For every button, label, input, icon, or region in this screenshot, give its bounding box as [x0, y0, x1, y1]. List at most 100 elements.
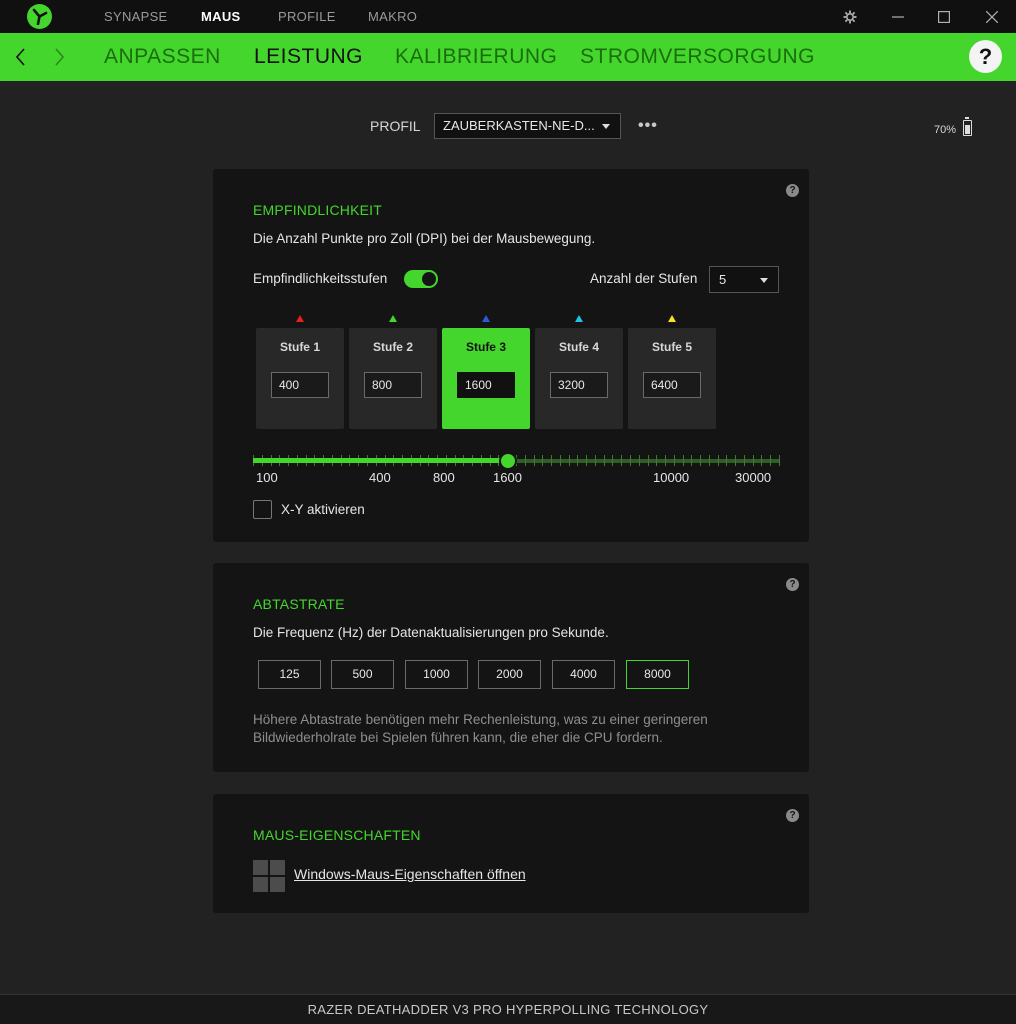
dpi-input[interactable]: 3200	[550, 372, 608, 398]
slider-tick	[656, 455, 657, 466]
slider-tick	[735, 455, 736, 466]
slider-tick	[560, 455, 561, 466]
tab-kalibrierung[interactable]: KALIBRIERUNG	[395, 33, 557, 81]
slider-tick	[700, 455, 701, 466]
stage-indicator-red-icon	[296, 315, 304, 322]
slider-tick	[542, 455, 543, 466]
settings-icon[interactable]	[830, 0, 870, 33]
more-options-icon[interactable]: •••	[638, 117, 658, 135]
slider-tick	[683, 455, 684, 466]
sub-navigation-bar: ANPASSEN LEISTUNG KALIBRIERUNG STROMVERS…	[0, 33, 1016, 81]
tab-anpassen[interactable]: ANPASSEN	[104, 33, 221, 81]
polling-rate-note: Höhere Abtastrate benötigen mehr Rechenl…	[253, 712, 708, 745]
maximize-icon[interactable]	[924, 0, 964, 33]
profile-label: PROFIL	[370, 118, 421, 134]
forward-arrow-icon[interactable]	[44, 33, 74, 81]
sensitivity-stages-toggle[interactable]	[404, 270, 438, 288]
battery-icon	[963, 117, 972, 136]
device-name-footer: RAZER DEATHADDER V3 PRO HYPERPOLLING TEC…	[0, 994, 1016, 1024]
slider-tick	[586, 455, 587, 466]
dpi-input[interactable]: 1600	[457, 372, 515, 398]
dpi-stage-5[interactable]: Stufe 5 6400	[628, 315, 716, 429]
rate-button-125[interactable]: 125	[258, 660, 321, 689]
slider-tick	[761, 455, 762, 466]
battery-level: 70%	[934, 124, 957, 136]
help-question-icon[interactable]: ?	[786, 184, 799, 197]
sensitivity-stages-toggle-label: Empfindlichkeitsstufen	[253, 271, 388, 286]
stage-name: Stufe 3	[465, 340, 506, 354]
back-arrow-icon[interactable]	[6, 33, 36, 81]
stage-name: Stufe 2	[372, 340, 413, 354]
help-question-icon[interactable]: ?	[786, 809, 799, 822]
slider-tick	[691, 455, 692, 466]
polling-rate-panel: ? ABTASTRATE Die Frequenz (Hz) der Daten…	[213, 563, 809, 772]
stage-indicator-blue-icon	[482, 315, 490, 322]
minimize-icon[interactable]	[878, 0, 918, 33]
razer-logo-icon[interactable]	[27, 4, 52, 29]
profile-selected-value: ZAUBERKASTEN-NE-D...	[443, 118, 595, 133]
top-tab-profile[interactable]: PROFILE	[278, 0, 336, 33]
slider-tick	[604, 455, 605, 466]
dpi-input[interactable]: 6400	[643, 372, 701, 398]
dpi-stage-4[interactable]: Stufe 4 3200	[535, 315, 623, 429]
top-tab-synapse[interactable]: SYNAPSE	[104, 0, 168, 33]
xy-checkbox[interactable]	[253, 500, 272, 519]
dpi-slider-thumb[interactable]	[499, 452, 517, 470]
stage-name: Stufe 1	[279, 340, 320, 354]
slider-label: 400	[369, 470, 391, 485]
rate-button-1000[interactable]: 1000	[405, 660, 468, 689]
slider-tick	[534, 455, 535, 466]
help-question-icon[interactable]: ?	[786, 578, 799, 591]
dpi-input[interactable]: 800	[364, 372, 422, 398]
windows-logo-icon	[253, 860, 285, 892]
slider-tick	[639, 455, 640, 466]
slider-tick	[612, 455, 613, 466]
dpi-stage-3[interactable]: Stufe 3 1600	[442, 315, 530, 429]
rate-button-2000[interactable]: 2000	[478, 660, 541, 689]
polling-rate-description: Die Frequenz (Hz) der Datenaktualisierun…	[253, 625, 609, 640]
stage-indicator-cyan-icon	[575, 315, 583, 322]
rate-button-500[interactable]: 500	[331, 660, 394, 689]
rate-button-8000[interactable]: 8000	[626, 660, 689, 689]
stage-indicator-green-icon	[389, 315, 397, 322]
profile-dropdown[interactable]: ZAUBERKASTEN-NE-D...	[434, 113, 621, 139]
mouse-properties-title: MAUS-EIGENSCHAFTEN	[253, 827, 421, 843]
tab-stromversorgung[interactable]: STROMVERSORGUNG	[580, 33, 815, 81]
tab-leistung[interactable]: LEISTUNG	[254, 33, 363, 81]
slider-tick	[709, 455, 710, 466]
stage-count-dropdown[interactable]: 5	[709, 266, 779, 293]
slider-tick	[630, 455, 631, 466]
xy-checkbox-label: X-Y aktivieren	[281, 502, 365, 517]
stage-count-value: 5	[719, 272, 727, 287]
rate-button-4000[interactable]: 4000	[552, 660, 615, 689]
slider-label: 100	[256, 470, 278, 485]
mouse-properties-panel: ? MAUS-EIGENSCHAFTEN Windows-Maus-Eigens…	[213, 794, 809, 913]
dpi-slider-fill	[253, 458, 508, 463]
help-icon[interactable]: ?	[969, 40, 1002, 73]
stage-name: Stufe 5	[651, 340, 692, 354]
stage-count-label: Anzahl der Stufen	[590, 271, 698, 286]
slider-label: 10000	[653, 470, 690, 485]
stage-indicator-yellow-icon	[668, 315, 676, 322]
slider-label: 30000	[735, 470, 772, 485]
slider-tick	[753, 455, 754, 466]
chevron-down-icon	[602, 124, 610, 129]
dpi-input[interactable]: 400	[271, 372, 329, 398]
slider-tick	[569, 455, 570, 466]
slider-tick	[665, 455, 666, 466]
sensitivity-panel: ? EMPFINDLICHKEIT Die Anzahl Punkte pro …	[213, 169, 809, 542]
sensitivity-title: EMPFINDLICHKEIT	[253, 202, 383, 218]
close-icon[interactable]	[972, 0, 1012, 33]
sensitivity-description: Die Anzahl Punkte pro Zoll (DPI) bei der…	[253, 231, 596, 246]
slider-tick	[551, 455, 552, 466]
slider-tick	[648, 455, 649, 466]
slider-tick	[770, 455, 771, 466]
dpi-stage-2[interactable]: Stufe 2 800	[349, 315, 437, 429]
top-tab-makro[interactable]: MAKRO	[368, 0, 417, 33]
windows-mouse-properties-link[interactable]: Windows-Maus-Eigenschaften öffnen	[294, 866, 526, 882]
slider-label: 800	[433, 470, 455, 485]
slider-tick	[726, 455, 727, 466]
top-tab-maus[interactable]: MAUS	[201, 0, 240, 33]
dpi-stage-1[interactable]: Stufe 1 400	[256, 315, 344, 429]
slider-tick	[718, 455, 719, 466]
